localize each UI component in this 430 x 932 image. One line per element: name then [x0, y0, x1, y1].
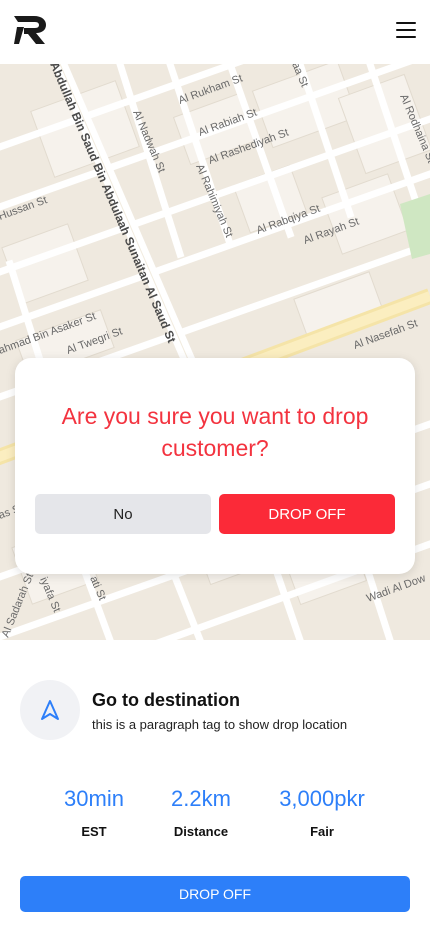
drop-customer-dialog: Are you sure you want to drop customer? …: [15, 358, 415, 574]
no-button[interactable]: No: [35, 494, 211, 534]
stat-est: 30min EST: [34, 786, 154, 839]
navigation-button[interactable]: [20, 680, 80, 740]
stat-label: Distance: [173, 824, 229, 839]
app-header: [0, 0, 430, 64]
dialog-message: Are you sure you want to drop customer?: [61, 403, 369, 461]
confirm-drop-off-button[interactable]: DROP OFF: [219, 494, 395, 534]
stat-label: EST: [81, 824, 107, 839]
destination-subtitle: this is a paragraph tag to show drop loc…: [92, 717, 348, 732]
stat-value: 3,000pkr: [279, 786, 365, 811]
stat-value: 2.2km: [171, 786, 231, 811]
destination-title: Go to destination: [92, 690, 240, 710]
hamburger-menu-icon[interactable]: [394, 18, 418, 42]
stat-value: 30min: [64, 786, 124, 811]
r-logo-icon[interactable]: [12, 14, 48, 46]
stat-fair: 3,000pkr Fair: [262, 786, 382, 839]
stat-distance: 2.2km Distance: [141, 786, 261, 839]
navigation-arrow-icon: [41, 700, 59, 720]
drop-off-button[interactable]: DROP OFF: [20, 876, 410, 912]
stat-label: Fair: [310, 824, 334, 839]
